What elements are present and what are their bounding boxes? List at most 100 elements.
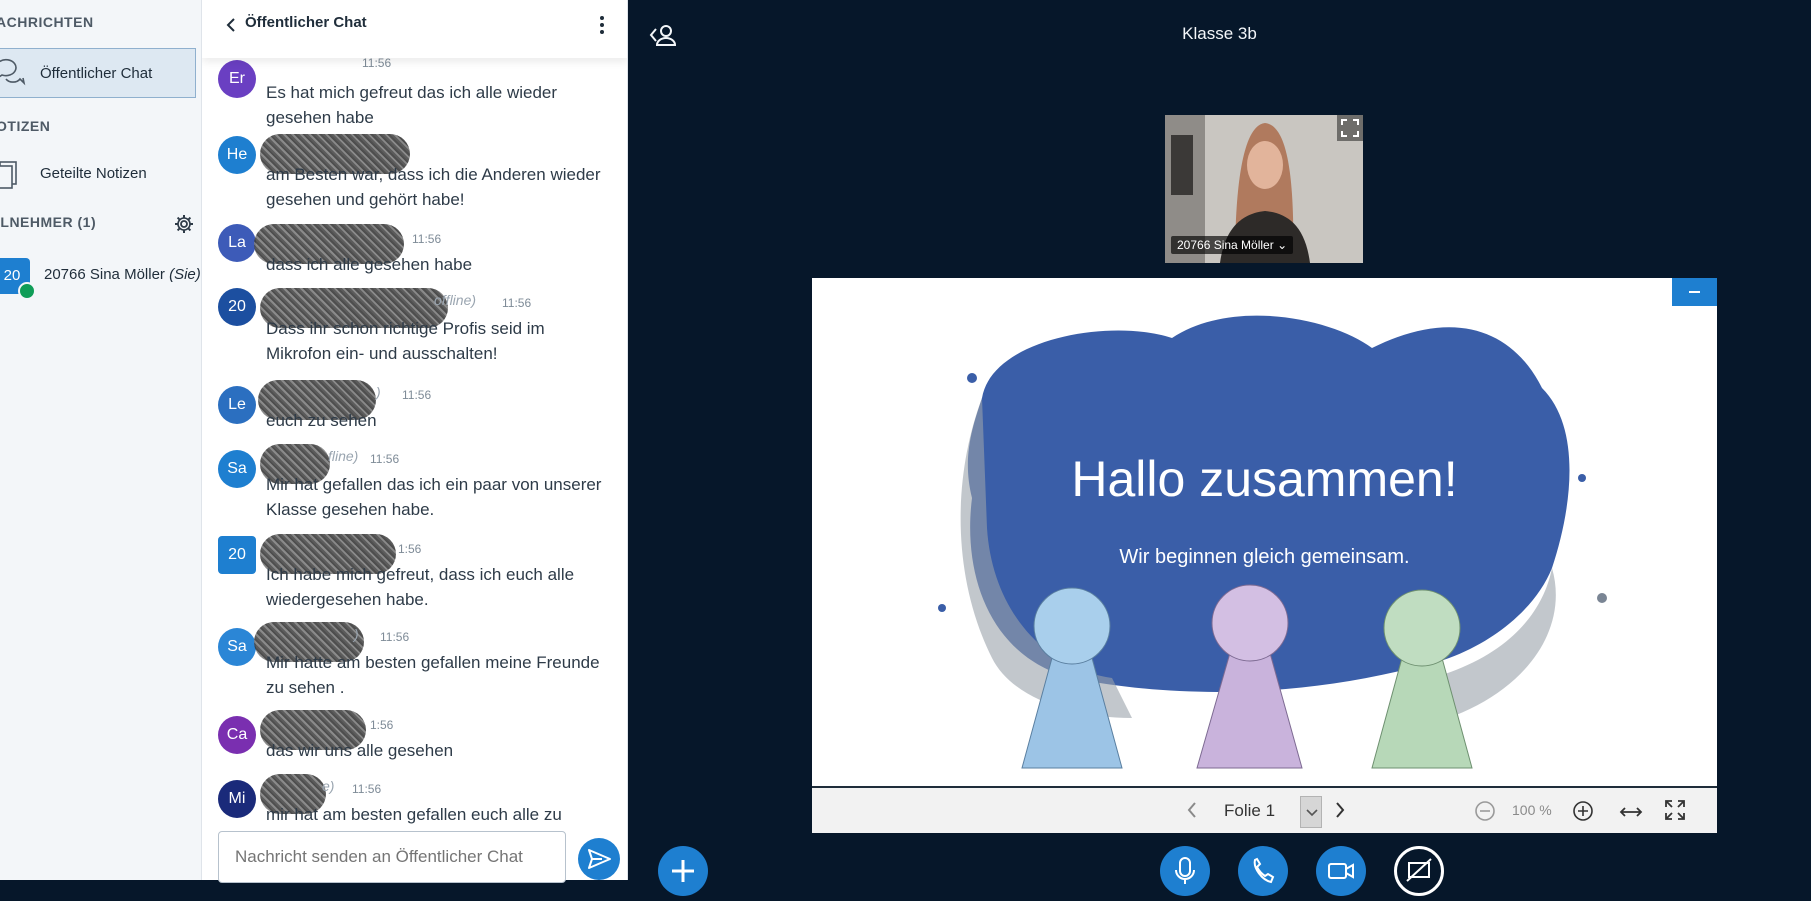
message-avatar: Sa (218, 450, 256, 488)
message-text: dass ich alle gesehen habe (266, 255, 473, 274)
phone-icon (1253, 857, 1275, 884)
microphone-icon (1175, 857, 1195, 884)
offline-label: offline) (434, 292, 477, 308)
screen-share-off-icon (1406, 858, 1432, 882)
message-text: mir hat am besten gefallen euch alle zu … (266, 805, 562, 824)
user-you-suffix: (Sie) (169, 266, 201, 283)
message-meta: 1:56 (260, 710, 596, 750)
video-camera-icon (1328, 863, 1354, 879)
chat-message-list: Er 11:56 Es hat mich gefreut das ich all… (202, 58, 602, 830)
message-time: 1:56 (370, 718, 394, 732)
message-time: 1:56 (398, 542, 422, 556)
fit-width-icon[interactable] (1618, 802, 1644, 822)
chat-header: Öffentlicher Chat (202, 0, 627, 58)
messages-section-title: ACHRICHTEN (0, 14, 94, 30)
minus-icon (1689, 291, 1700, 293)
actions-plus-button[interactable] (658, 846, 708, 896)
shared-notes-label: Geteilte Notizen (40, 164, 147, 182)
webcam-video[interactable]: 20766 Sina Möller ⌄ (1165, 115, 1363, 263)
message-text: euch zu sehen (266, 411, 377, 430)
slide-select-value: Folie 1 (1224, 801, 1276, 820)
offline-label: fline) (328, 448, 359, 464)
message-text: Ich habe mich gefreut, dass ich euch all… (266, 565, 575, 609)
public-chat-item[interactable]: Öffentlicher Chat (0, 48, 196, 98)
user-list-panel: ACHRICHTEN Öffentlicher Chat OTIZEN Gete… (0, 0, 202, 880)
message-text: Es hat mich gefreut das ich alle wieder … (266, 83, 558, 127)
webcam-name-label[interactable]: 20766 Sina Möller ⌄ (1171, 236, 1294, 254)
chevron-down-icon (1300, 796, 1322, 828)
message-text: das wir uns alle gesehen (266, 741, 454, 760)
chat-bubbles-icon (0, 58, 26, 86)
main-stage: Klasse 3b 20766 Sina Möller ⌄ Hallo zusa… (628, 0, 1811, 896)
message-time: 11:56 (362, 58, 392, 70)
meeting-title: Klasse 3b (1182, 24, 1257, 43)
mic-status-icon (18, 282, 36, 300)
message-meta: 1:56 (260, 534, 596, 574)
message-meta: 11:56 (266, 58, 596, 74)
users-section-title: ILNEHMER (1) (0, 214, 97, 230)
message-avatar: He (218, 136, 256, 174)
send-icon (588, 849, 611, 869)
message-time: 11:56 (402, 388, 432, 402)
slide-title: Hallo zusammen! (1071, 451, 1458, 507)
public-chat-label: Öffentlicher Chat (40, 64, 153, 82)
message-avatar: 20 (218, 288, 256, 326)
screen-share-button[interactable] (1394, 846, 1444, 896)
chat-title[interactable]: Öffentlicher Chat (245, 14, 367, 31)
previous-slide-icon[interactable] (1184, 800, 1200, 820)
webcam-name-text: 20766 Sina Möller (1177, 238, 1274, 252)
message-meta: fline) 11:56 (260, 444, 596, 484)
offline-label: ) (354, 626, 359, 642)
message-meta: ) 11:56 (254, 622, 596, 662)
message-meta: e) 11:56 (260, 774, 596, 814)
chat-message-input[interactable] (218, 831, 566, 883)
message-avatar: Ca (218, 716, 256, 754)
message-meta: offline) 11:56 (260, 288, 596, 328)
send-message-button[interactable] (578, 838, 620, 880)
next-slide-icon[interactable] (1332, 800, 1348, 820)
notes-section-title: OTIZEN (0, 118, 51, 134)
message-meta: 11:56 (254, 224, 596, 264)
zoom-out-icon[interactable] (1474, 800, 1496, 822)
chat-panel: Öffentlicher Chat Er 11:56 Es hat mich g… (202, 0, 628, 880)
slide-background-art (812, 278, 1717, 786)
message-text: Mir hat gefallen das ich ein paar von un… (266, 475, 602, 519)
fullscreen-icon[interactable] (1664, 799, 1686, 821)
message-time: 11:56 (380, 630, 410, 644)
message-text: Dass ihr schon richtige Profis seid im M… (266, 319, 545, 363)
more-options-icon[interactable] (598, 14, 606, 36)
webcam-fullscreen-icon[interactable] (1337, 115, 1363, 141)
user-list-item[interactable]: 20 20766 Sina Möller (Sie) (0, 254, 201, 300)
gear-icon[interactable] (174, 214, 194, 234)
shared-notes-item[interactable]: Geteilte Notizen (0, 148, 196, 198)
camera-button[interactable] (1316, 846, 1366, 896)
message-time: 11:56 (352, 782, 382, 796)
audio-phone-button[interactable] (1238, 846, 1288, 896)
slide-select[interactable]: Folie 1 (1212, 796, 1322, 828)
message-avatar: 20 (218, 536, 256, 574)
user-name: 20766 Sina Möller (Sie) (44, 266, 201, 283)
zoom-level: 100 % (1512, 802, 1552, 818)
message-time: 11:56 (370, 452, 400, 466)
chevron-left-icon[interactable] (222, 16, 240, 34)
message-avatar: Mi (218, 780, 256, 818)
message-text: Mir hatte am besten gefallen meine Freun… (266, 653, 600, 697)
presentation-slide: Hallo zusammen! Wir beginnen gleich geme… (812, 278, 1717, 786)
message-avatar: Er (218, 60, 256, 98)
message-meta: ) 11:56 (258, 380, 596, 420)
message-meta (260, 134, 596, 174)
microphone-button[interactable] (1160, 846, 1210, 896)
message-text: am Besten war, dass ich die Anderen wied… (266, 165, 601, 209)
slide-subtitle: Wir beginnen gleich gemeinsam. (1119, 546, 1410, 568)
minimize-presentation-button[interactable] (1672, 278, 1717, 306)
offline-label: ) (376, 384, 381, 400)
user-name-text: 20766 Sina Möller (44, 266, 165, 283)
message-avatar: Le (218, 386, 256, 424)
message-avatar: Sa (218, 628, 256, 666)
message-avatar: La (218, 224, 256, 262)
notes-icon (0, 161, 17, 189)
plus-icon (672, 860, 694, 882)
offline-label: e) (322, 778, 335, 794)
message-time: 11:56 (412, 232, 442, 246)
zoom-in-icon[interactable] (1572, 800, 1594, 822)
